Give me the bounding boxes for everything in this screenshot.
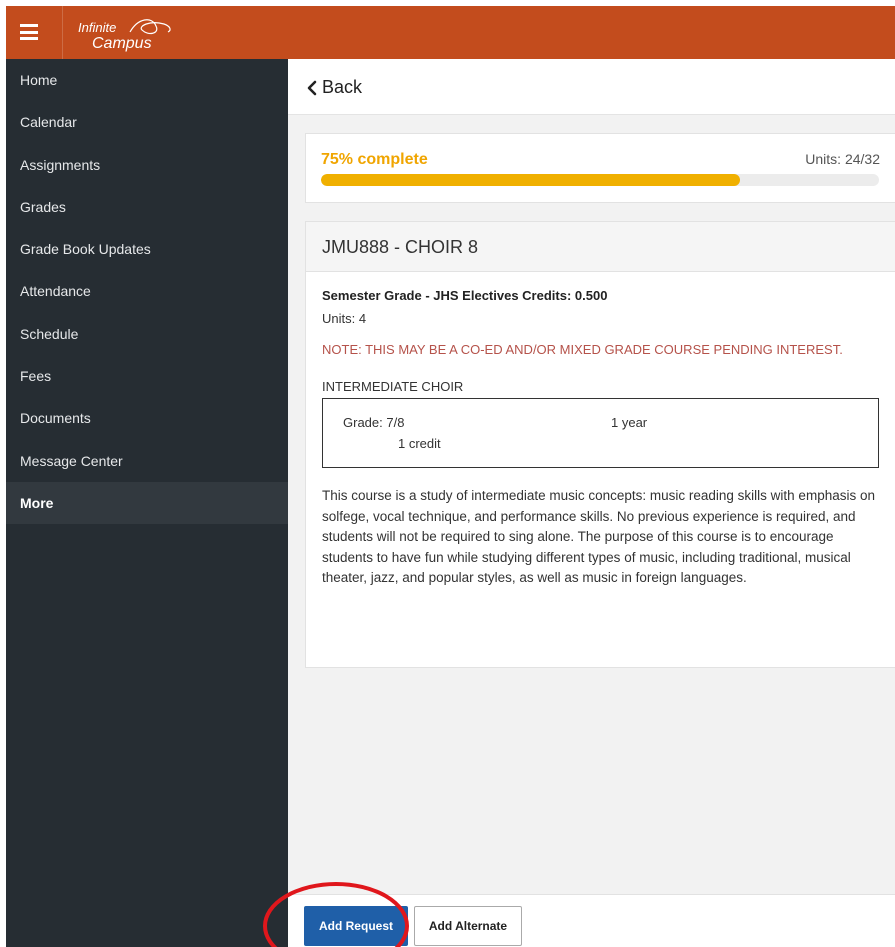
sidebar-item-attendance[interactable]: Attendance	[6, 270, 288, 312]
main-content: Back 75% complete Units: 24/32 JMU888 - …	[288, 59, 895, 947]
info-credit: 1 credit	[398, 436, 441, 451]
progress-bar-fill	[321, 174, 740, 186]
course-note: NOTE: THIS MAY BE A CO-ED AND/OR MIXED G…	[322, 342, 843, 357]
sidebar-item-more[interactable]: More	[6, 481, 288, 525]
progress-card: 75% complete Units: 24/32	[305, 133, 895, 203]
header-divider	[62, 6, 63, 59]
top-bar: Infinite Campus	[6, 6, 895, 59]
info-duration: 1 year	[611, 415, 648, 430]
svg-text:Campus: Campus	[92, 35, 152, 52]
progress-percent: 75% complete	[321, 151, 428, 168]
sidebar-item-calendar[interactable]: Calendar	[6, 101, 288, 143]
back-label: Back	[322, 77, 363, 97]
course-info-box: Grade: 7/8 1 year 1 credit	[322, 398, 879, 468]
back-bar: Back	[288, 59, 895, 115]
sidebar-item-message-center[interactable]: Message Center	[6, 440, 288, 482]
info-grade: Grade: 7/8	[343, 415, 405, 430]
infinite-campus-logo[interactable]: Infinite Campus	[68, 6, 180, 59]
sidebar-item-home[interactable]: Home	[6, 59, 288, 101]
course-card: JMU888 - CHOIR 8 Semester Grade - JHS El…	[305, 221, 895, 668]
svg-text:Infinite: Infinite	[78, 20, 116, 35]
units-total: Units: 24/32	[805, 151, 880, 167]
sidebar-item-schedule[interactable]: Schedule	[6, 313, 288, 355]
sidebar-item-fees[interactable]: Fees	[6, 355, 288, 397]
hamburger-menu-icon[interactable]	[20, 24, 38, 40]
chevron-left-icon	[307, 80, 317, 95]
course-description: This course is a study of intermediate m…	[322, 488, 875, 585]
progress-bar	[321, 174, 879, 186]
course-units: Units: 4	[322, 311, 367, 326]
add-request-button[interactable]: Add Request	[304, 906, 408, 946]
course-body: Semester Grade - JHS Electives Credits: …	[306, 288, 895, 589]
sidebar-nav: Home Calendar Assignments Grades Grade B…	[6, 59, 288, 947]
sidebar-item-assignments[interactable]: Assignments	[6, 144, 288, 186]
add-alternate-button[interactable]: Add Alternate	[414, 906, 522, 946]
course-subheading: INTERMEDIATE CHOIR	[322, 379, 464, 394]
action-footer: Add Request Add Alternate	[288, 894, 895, 947]
sidebar-item-documents[interactable]: Documents	[6, 397, 288, 439]
logo-swoosh	[129, 19, 171, 35]
course-title: JMU888 - CHOIR 8	[306, 222, 895, 272]
course-grade-credits: Semester Grade - JHS Electives Credits: …	[322, 288, 608, 303]
back-button[interactable]: Back	[306, 77, 362, 98]
sidebar-item-grade-book-updates[interactable]: Grade Book Updates	[6, 228, 288, 270]
sidebar-item-grades[interactable]: Grades	[6, 186, 288, 228]
